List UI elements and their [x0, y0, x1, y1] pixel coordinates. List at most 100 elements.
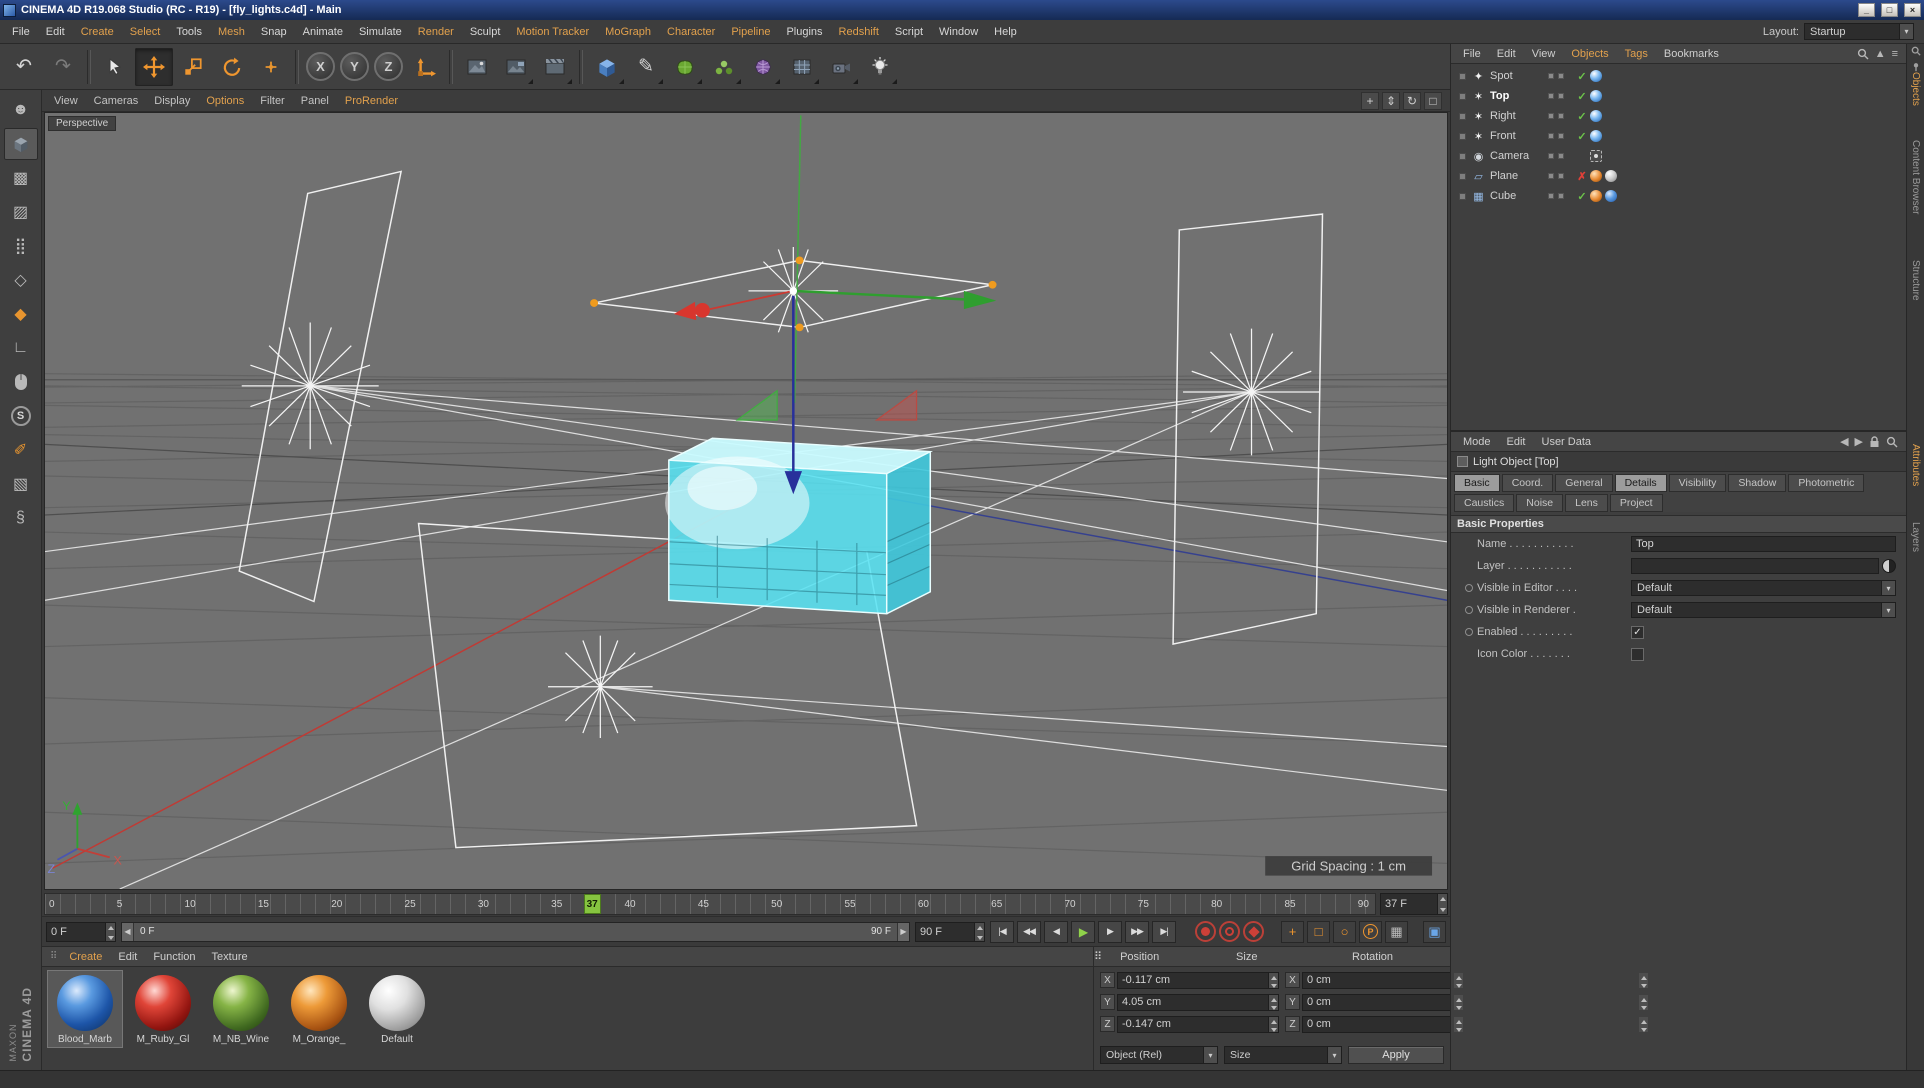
object-manager-menu-item[interactable]: View	[1524, 48, 1564, 60]
scroll-up-icon[interactable]: ▲	[1875, 48, 1886, 60]
menu-item[interactable]: Plugins	[778, 26, 830, 38]
material-preview-sphere[interactable]	[369, 975, 425, 1031]
menu-item[interactable]: Character	[659, 26, 723, 38]
object-row[interactable]: ✶ Top ✓	[1451, 86, 1906, 106]
attribute-tab[interactable]: General	[1555, 474, 1612, 492]
visible-renderer-select[interactable]: Default ▾	[1631, 602, 1896, 618]
object-tag-icon[interactable]	[1590, 110, 1602, 122]
light-button[interactable]	[861, 48, 899, 86]
panel-grip-icon[interactable]: ⠿	[1094, 950, 1102, 963]
object-name[interactable]: Right	[1490, 110, 1548, 122]
live-selection-tool[interactable]	[96, 48, 134, 86]
spline-coil-button[interactable]: §	[4, 502, 38, 534]
attribute-menu-item[interactable]: Edit	[1499, 436, 1534, 448]
position-z-input[interactable]	[1118, 1017, 1268, 1032]
object-tag-icon[interactable]	[1590, 130, 1602, 142]
y-axis-lock-button[interactable]: Y	[340, 52, 369, 81]
redo-button[interactable]: ↷	[44, 48, 82, 86]
spinner[interactable]	[1268, 995, 1278, 1010]
range-left-grip[interactable]: ◀	[122, 923, 134, 941]
close-button[interactable]: ×	[1904, 3, 1921, 17]
object-row[interactable]: ✶ Right ✓	[1451, 106, 1906, 126]
history-back-icon[interactable]: ◀	[1840, 435, 1848, 448]
history-forward-icon[interactable]: ▶	[1855, 435, 1863, 448]
spinner[interactable]	[1638, 1017, 1648, 1032]
material-menu-item[interactable]: Function	[145, 951, 203, 963]
polygons-mode-button[interactable]: ◆	[4, 298, 38, 330]
paint-tool-button[interactable]: ✐	[4, 434, 38, 466]
menu-item[interactable]: Redshift	[831, 26, 887, 38]
viewport-menu-item[interactable]: Options	[198, 95, 252, 107]
object-name[interactable]: Plane	[1490, 170, 1548, 182]
model-mode-button[interactable]: ☻	[4, 94, 38, 126]
expand-knob[interactable]	[1459, 73, 1466, 80]
object-name[interactable]: Top	[1490, 90, 1548, 102]
object-mode-button[interactable]	[4, 128, 38, 160]
object-name-input[interactable]	[1631, 536, 1896, 552]
object-name[interactable]: Spot	[1490, 70, 1548, 82]
menu-item[interactable]: Edit	[38, 26, 73, 38]
basic-properties-header[interactable]: Basic Properties	[1451, 515, 1906, 533]
current-frame-field[interactable]	[1380, 893, 1448, 915]
viewport-canvas[interactable]: Y X Z Grid Spacing : 1 cm	[45, 113, 1447, 889]
attribute-tab[interactable]: Lens	[1565, 494, 1608, 512]
timeline-ruler[interactable]: 051015202530354045505560657075808590 37	[44, 893, 1376, 915]
camera-button[interactable]	[822, 48, 860, 86]
timeline-playhead[interactable]: 37	[584, 894, 601, 914]
attribute-menu-item[interactable]: Mode	[1455, 436, 1499, 448]
object-row[interactable]: ▱ Plane ✗	[1451, 166, 1906, 186]
object-manager-menu-item[interactable]: Tags	[1617, 48, 1656, 60]
attribute-tab[interactable]: Visibility	[1669, 474, 1727, 492]
texture-mode-button[interactable]: ▩	[4, 162, 38, 194]
material-preview-sphere[interactable]	[135, 975, 191, 1031]
menu-item[interactable]: Simulate	[351, 26, 410, 38]
deformer-button[interactable]	[744, 48, 782, 86]
record-scale-toggle[interactable]: □	[1307, 921, 1330, 943]
attribute-menu-item[interactable]: User Data	[1534, 436, 1600, 448]
material-item[interactable]: Blood_Marb	[48, 971, 122, 1047]
object-tag-icon[interactable]	[1590, 70, 1602, 82]
animation-toggle-icon[interactable]	[1465, 628, 1473, 636]
visibility-dots[interactable]	[1548, 173, 1574, 179]
maximize-button[interactable]: □	[1881, 3, 1898, 17]
range-right-grip[interactable]: ▶	[897, 923, 909, 941]
position-z-field[interactable]	[1117, 1016, 1279, 1033]
spinner[interactable]	[1268, 973, 1278, 988]
record-pla-toggle[interactable]: ▦	[1385, 921, 1408, 943]
layer-browser-icon[interactable]	[1882, 559, 1896, 573]
object-row[interactable]: ◉ Camera	[1451, 146, 1906, 166]
attribute-tab[interactable]: Basic	[1454, 474, 1500, 492]
range-end-input[interactable]	[916, 923, 974, 941]
spinner[interactable]	[1268, 1017, 1278, 1032]
visible-editor-select[interactable]: Default ▾	[1631, 580, 1896, 596]
attribute-tab[interactable]: Coord.	[1502, 474, 1554, 492]
visibility-dots[interactable]	[1548, 153, 1574, 159]
panel-grip-icon[interactable]: ⠿	[46, 951, 61, 962]
position-x-input[interactable]	[1118, 973, 1268, 988]
lock-icon[interactable]	[1869, 436, 1880, 448]
viewport-menu-item[interactable]: Filter	[252, 95, 292, 107]
spinner[interactable]	[1453, 973, 1463, 988]
visibility-dots[interactable]	[1548, 113, 1574, 119]
expand-knob[interactable]	[1459, 153, 1466, 160]
viewport-camera-label[interactable]: Perspective	[48, 116, 116, 131]
snap-settings-button[interactable]: S	[4, 400, 38, 432]
position-y-field[interactable]	[1117, 994, 1279, 1011]
object-manager-menu-item[interactable]: Objects	[1563, 48, 1616, 60]
visibility-dots[interactable]	[1548, 73, 1574, 79]
visibility-dots[interactable]	[1548, 93, 1574, 99]
tab-objects[interactable]: Objects	[1910, 72, 1921, 106]
attribute-tab[interactable]: Photometric	[1788, 474, 1864, 492]
expand-knob[interactable]	[1459, 133, 1466, 140]
object-tag-icon[interactable]	[1590, 90, 1602, 102]
record-rotation-toggle[interactable]: ○	[1333, 921, 1356, 943]
material-menu-item[interactable]: Edit	[110, 951, 145, 963]
scene-array-button[interactable]	[783, 48, 821, 86]
keyframe-selection-object-button[interactable]: ▣	[1423, 921, 1446, 943]
material-preview-sphere[interactable]	[291, 975, 347, 1031]
material-preview-sphere[interactable]	[213, 975, 269, 1031]
perspective-viewport[interactable]: Y X Z Grid Spacing : 1 cm Perspective	[44, 112, 1448, 890]
menu-item[interactable]: Window	[931, 26, 986, 38]
object-tag-icon[interactable]	[1590, 190, 1602, 202]
object-name[interactable]: Cube	[1490, 190, 1548, 202]
